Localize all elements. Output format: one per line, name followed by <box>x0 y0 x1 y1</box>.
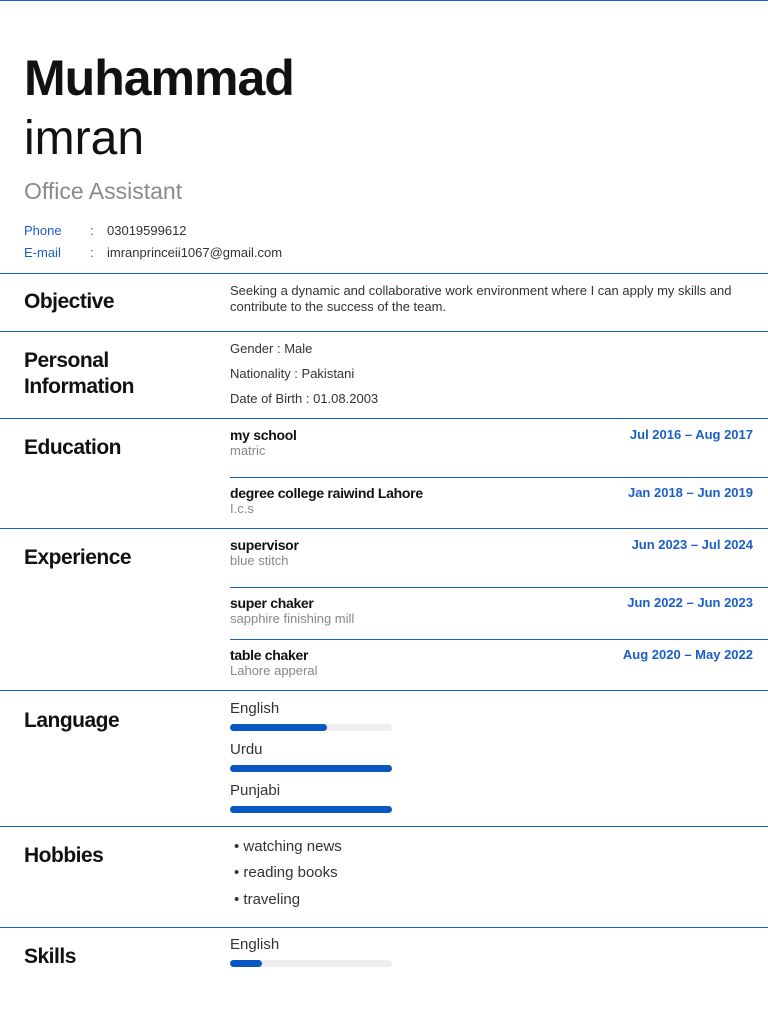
section-objective: Objective Seeking a dynamic and collabor… <box>0 273 768 331</box>
contact-sep: : <box>90 223 94 238</box>
contact-sep: : <box>90 245 94 260</box>
section-hobbies: Hobbies • watching news • reading books … <box>0 826 768 927</box>
entry-date: Jan 2018 – Jun 2019 <box>627 485 753 500</box>
language-name: English <box>230 700 280 717</box>
section-title: Language <box>24 709 120 732</box>
language-name: Punjabi <box>230 782 281 799</box>
skill-level-bar <box>230 960 392 967</box>
section-education: Education my school matric Jul 2016 – Aug … <box>0 418 768 528</box>
section-title: Education <box>24 436 122 459</box>
title-line: Information <box>24 375 135 398</box>
experience-entry: super chaker sapphire finishing mill Jun 2… <box>230 595 753 626</box>
language-name: Urdu <box>230 741 263 758</box>
language-level-bar <box>230 806 392 813</box>
divider <box>230 639 768 640</box>
personal-nationality: Nationality : Pakistani <box>230 366 355 381</box>
entry-sub: I.c.s <box>230 501 254 516</box>
contact-value: 03019599612 <box>107 223 187 238</box>
entry-date: Jun 2022 – Jun 2023 <box>627 595 753 610</box>
entry-date: Jun 2023 – Jul 2024 <box>631 537 753 552</box>
hobby-item: • watching news <box>234 838 342 855</box>
objective-text: Seeking a dynamic and collaborative work… <box>230 283 732 314</box>
contact-phone: Phone:03019599612 <box>24 223 187 238</box>
language-level-bar <box>230 724 392 731</box>
section-skills: Skills English <box>0 927 768 1025</box>
language-level-bar <box>230 765 392 772</box>
divider <box>230 587 768 588</box>
personal-gender: Gender : Male <box>230 341 313 356</box>
entry-sub: Lahore apperal <box>230 663 318 678</box>
section-experience: Experience supervisor blue stitch Jun 2023… <box>0 528 768 690</box>
section-title: Experience <box>24 546 132 569</box>
divider <box>230 477 768 478</box>
contact-email: E-mail: imranprinceii1067@gmail.com <box>24 245 282 260</box>
hobby-item: • reading books <box>234 864 338 881</box>
level-fill <box>230 960 263 967</box>
section-title: Objective <box>24 290 115 313</box>
entry-sub: sapphire finishing mill <box>230 611 355 626</box>
level-fill <box>230 724 328 731</box>
education-entry: degree college raiwind Lahore I.c.s Jan 20… <box>230 485 753 516</box>
section-title: Hobbies <box>24 844 104 867</box>
section-personal: Personal Information Gender : Male Nation… <box>0 331 768 418</box>
section-title: Personal Information <box>24 348 135 400</box>
section-title: Skills <box>24 945 76 968</box>
level-fill <box>230 765 392 772</box>
first-name: Muhammad <box>24 50 295 106</box>
job-title: Office Assistant <box>24 178 183 204</box>
contact-label: E-mail <box>24 245 61 260</box>
education-entry: my school matric Jul 2016 – Aug 2017 <box>230 427 753 458</box>
entry-sub: blue stitch <box>230 553 289 568</box>
hobby-item: • traveling <box>234 891 301 908</box>
experience-entry: table chaker Lahore apperal Aug 2020 – May… <box>230 647 753 678</box>
level-fill <box>230 806 392 813</box>
experience-entry: supervisor blue stitch Jun 2023 – Jul 2024 <box>230 537 753 568</box>
entry-date: Aug 2020 – May 2022 <box>622 647 753 662</box>
entry-date: Jul 2016 – Aug 2017 <box>629 427 753 442</box>
contact-value: imranprinceii1067@gmail.com <box>107 245 283 260</box>
title-line: Personal <box>24 349 109 372</box>
skill-name: English <box>230 936 280 953</box>
last-name: imran <box>24 112 145 165</box>
entry-sub: matric <box>230 443 266 458</box>
section-language: Language English Urdu Punjabi <box>0 690 768 826</box>
contact-label: Phone <box>24 223 62 238</box>
personal-dob: Date of Birth : 01.08.2003 <box>230 391 379 406</box>
